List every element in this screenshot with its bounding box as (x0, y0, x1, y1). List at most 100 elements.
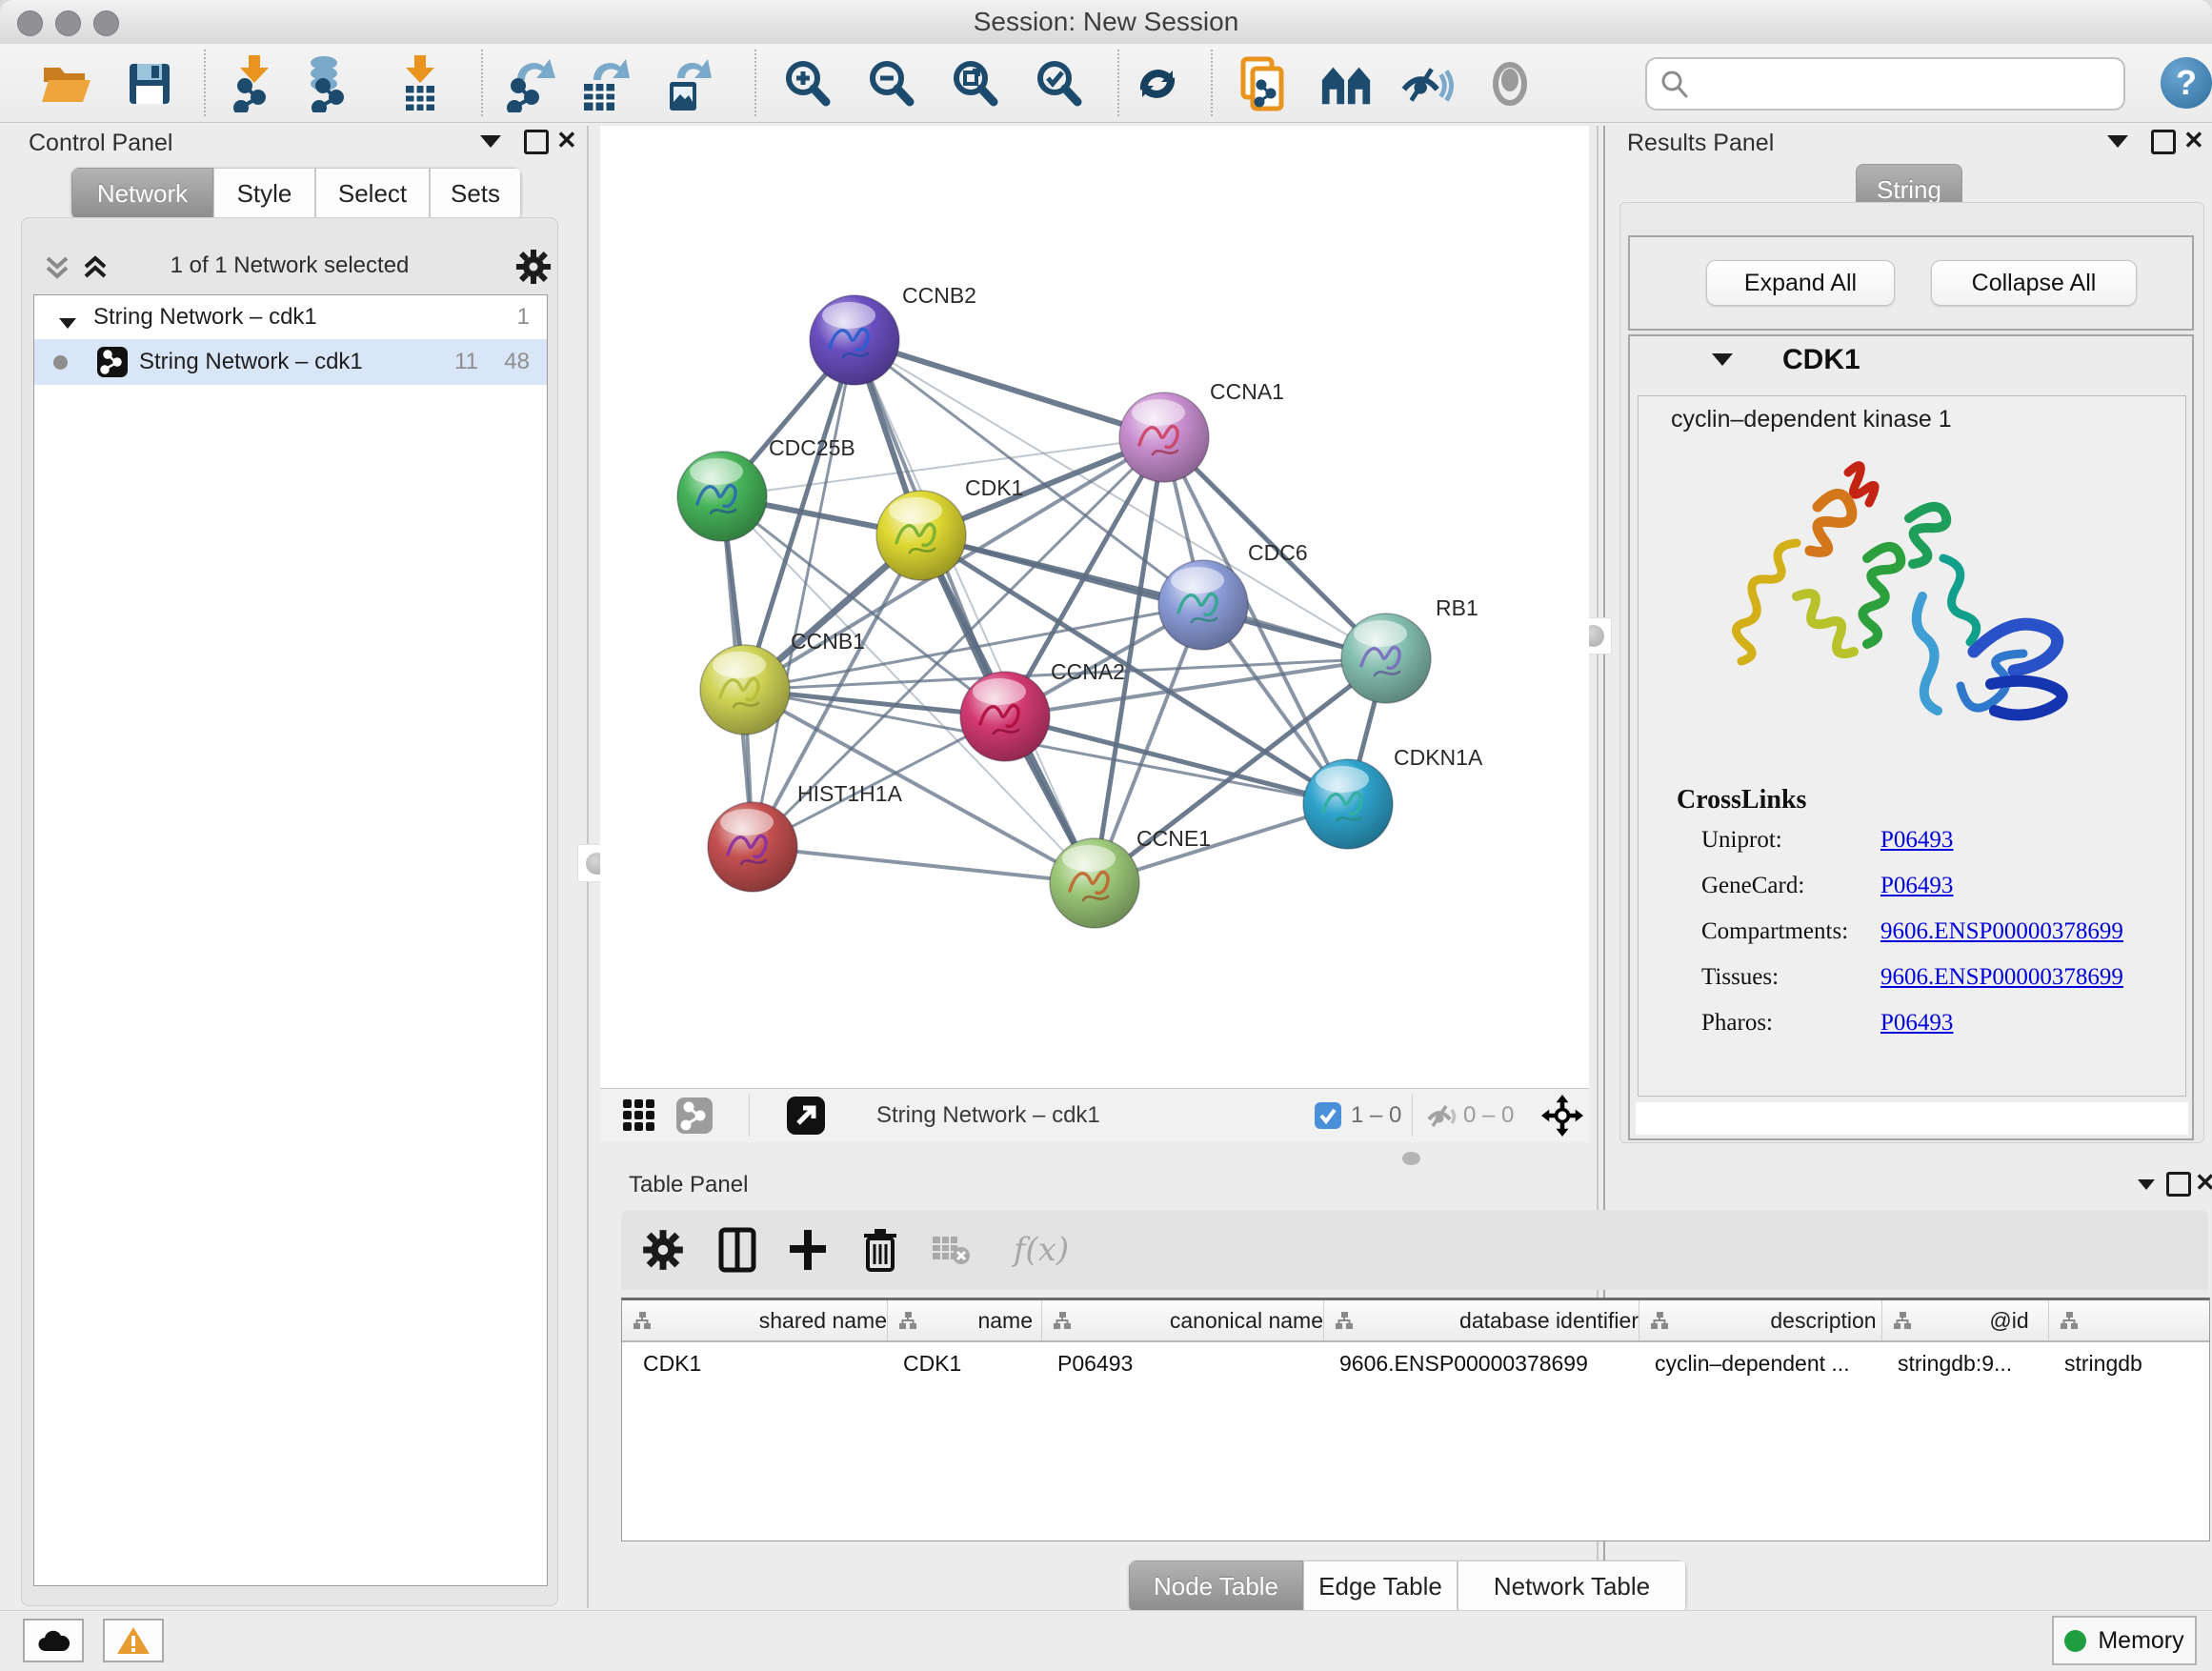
status-bar: Memory (0, 1610, 2212, 1671)
zoom-out-icon[interactable] (863, 56, 918, 111)
node-RB1[interactable] (1341, 614, 1431, 703)
network-collection-row[interactable]: String Network – cdk1 1 (34, 295, 547, 339)
import-network-from-database-icon[interactable] (299, 56, 354, 111)
crosslink-link[interactable]: P06493 (1880, 827, 1953, 854)
node-CDKN1A[interactable] (1303, 759, 1393, 849)
crosslink-link[interactable]: 9606.ENSP00000378699 (1880, 964, 2123, 991)
network-collection-label: String Network – cdk1 (93, 304, 317, 331)
hide-panels-icon[interactable] (1398, 56, 1454, 111)
search-input[interactable] (1697, 63, 2110, 103)
control-panel-collapse-icon[interactable] (480, 135, 501, 152)
results-panel-collapse-icon[interactable] (2107, 135, 2128, 152)
table-row[interactable]: CDK1CDK1P064939606.ENSP00000378699cyclin… (622, 1342, 2210, 1384)
node-CCNA1[interactable] (1119, 393, 1209, 482)
control-panel: Control Panel ✕ NetworkStyleSelectSets 1… (8, 126, 572, 1604)
node-label-CDK1: CDK1 (965, 475, 1023, 500)
tab-node-table[interactable]: Node Table (1129, 1560, 1303, 1612)
create-column-icon[interactable] (781, 1223, 835, 1277)
collapse-all-button[interactable]: Collapse All (1931, 260, 2137, 306)
node-CDC6[interactable] (1158, 560, 1248, 650)
node-layer (677, 295, 1431, 928)
memory-button[interactable]: Memory (2052, 1616, 2197, 1665)
table-panel-close-icon[interactable]: ✕ (2195, 1168, 2212, 1197)
horizontal-splitter-handle[interactable] (1402, 1152, 1420, 1165)
tab-network[interactable]: Network (71, 168, 213, 219)
column-header-name[interactable]: name (888, 1300, 1042, 1340)
open-in-new-window-icon[interactable] (787, 1089, 825, 1142)
tab-network-table[interactable]: Network Table (1458, 1560, 1686, 1612)
fit-selected-crosshair-icon[interactable] (1541, 1089, 1583, 1142)
export-table-icon[interactable] (575, 56, 631, 111)
network-canvas[interactable]: CCNB2CCNA1CDC25BCDK1CDC6RB1CCNB1CCNA2CDK… (600, 126, 1589, 1088)
tab-style[interactable]: Style (213, 168, 315, 219)
show-panel-eye-icon[interactable] (1482, 56, 1538, 111)
table-panel-float-icon[interactable] (2166, 1172, 2191, 1197)
tab-edge-table[interactable]: Edge Table (1303, 1560, 1458, 1612)
node-CDC25B[interactable] (677, 452, 767, 541)
network-row-selected[interactable]: String Network – cdk1 11 48 (34, 339, 547, 385)
crosslink-label: Compartments: (1701, 918, 1848, 944)
network-options-gear-icon[interactable] (515, 249, 552, 285)
control-panel-tabs: NetworkStyleSelectSets (71, 168, 521, 219)
table-tabs: Node TableEdge TableNetwork Table (1129, 1560, 1686, 1612)
tab-sets[interactable]: Sets (430, 168, 521, 219)
table-cell[interactable]: CDK1 (622, 1342, 888, 1384)
expand-all-button[interactable]: Expand All (1706, 260, 1895, 306)
table-panel-collapse-icon[interactable] (2138, 1178, 2155, 1195)
table-cell[interactable]: cyclin–dependent ... (1639, 1342, 1882, 1384)
node-CCNA2[interactable] (960, 672, 1050, 761)
column-header-shared-name[interactable]: shared name (622, 1300, 888, 1340)
zoom-fit-icon[interactable] (947, 56, 1002, 111)
birds-eye-view-icon[interactable] (1318, 56, 1374, 111)
import-table-icon[interactable] (392, 56, 448, 111)
node-label-CDKN1A: CDKN1A (1394, 745, 1483, 770)
crosslinks-heading: CrossLinks (1677, 785, 1806, 815)
column-type-icon (2059, 1310, 2197, 1331)
help-button[interactable]: ? (2161, 57, 2212, 109)
apply-layout-icon[interactable] (1130, 56, 1185, 111)
node-CCNB2[interactable] (810, 295, 899, 385)
network-edge-count: 48 (504, 349, 530, 375)
node-HIST1H1A[interactable] (708, 802, 797, 892)
export-image-icon[interactable] (659, 56, 714, 111)
show-columns-icon[interactable] (711, 1223, 764, 1277)
results-panel-float-icon[interactable] (2151, 130, 2176, 154)
import-network-icon[interactable] (227, 56, 282, 111)
control-panel-float-icon[interactable] (524, 130, 549, 154)
warnings-button[interactable] (103, 1619, 164, 1662)
zoom-in-icon[interactable] (779, 56, 835, 111)
network-snapshot-icon[interactable] (1235, 56, 1290, 111)
column-header-description[interactable]: description (1639, 1300, 1882, 1340)
crosslink-link[interactable]: P06493 (1880, 1010, 1953, 1037)
column-header-namespace[interactable]: namespace (2049, 1300, 2210, 1340)
table-gear-icon[interactable] (636, 1223, 690, 1277)
node-CCNB1[interactable] (700, 645, 790, 735)
table-cell[interactable]: stringdb:9... (1882, 1342, 2049, 1384)
control-panel-close-icon[interactable]: ✕ (556, 126, 577, 154)
node-CDK1[interactable] (876, 491, 966, 580)
cloud-button[interactable] (23, 1619, 84, 1662)
column-header--id[interactable]: @id (1882, 1300, 2049, 1340)
column-header-database-identifier[interactable]: database identifier (1324, 1300, 1639, 1340)
table-cell[interactable]: CDK1 (888, 1342, 1042, 1384)
export-network-icon[interactable] (503, 56, 558, 111)
table-cell[interactable]: stringdb (2049, 1342, 2210, 1384)
save-session-icon[interactable] (122, 56, 177, 111)
memory-label: Memory (2098, 1627, 2183, 1655)
node-CCNE1[interactable] (1050, 838, 1139, 928)
open-session-icon[interactable] (38, 56, 93, 111)
column-header-canonical-name[interactable]: canonical name (1042, 1300, 1324, 1340)
delete-column-trash-icon[interactable] (854, 1223, 907, 1277)
table-cell[interactable]: P06493 (1042, 1342, 1324, 1384)
crosslink-link[interactable]: P06493 (1880, 873, 1953, 899)
tab-select[interactable]: Select (315, 168, 430, 219)
crosslink-row: GeneCard:P06493 (1701, 873, 2178, 918)
grid-view-icon[interactable] (623, 1089, 655, 1142)
table-cell[interactable]: 9606.ENSP00000378699 (1324, 1342, 1639, 1384)
entry-collapse-caret[interactable] (1712, 353, 1733, 371)
selected-checkbox-icon[interactable] (1315, 1089, 1341, 1142)
zoom-selected-icon[interactable] (1031, 56, 1086, 111)
network-thumbnail-icon[interactable] (676, 1089, 713, 1142)
results-panel-close-icon[interactable]: ✕ (2183, 126, 2204, 154)
crosslink-link[interactable]: 9606.ENSP00000378699 (1880, 918, 2123, 945)
